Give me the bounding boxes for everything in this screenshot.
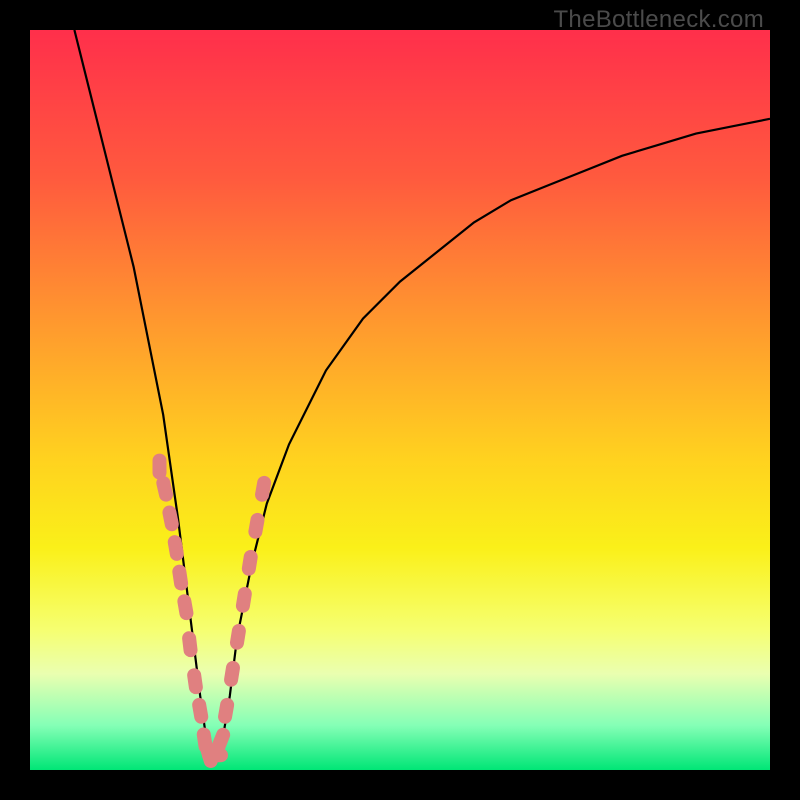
marker-capsule <box>153 454 167 480</box>
sample-markers <box>153 454 273 770</box>
marker-capsule <box>171 564 189 592</box>
curve-layer <box>30 30 770 770</box>
marker-capsule <box>223 660 241 688</box>
marker-capsule <box>191 697 209 725</box>
marker-capsule <box>186 667 203 695</box>
marker-capsule <box>229 623 247 651</box>
marker-capsule <box>181 630 198 657</box>
marker-capsule <box>241 549 259 577</box>
plot-frame <box>30 30 770 770</box>
marker-capsule <box>235 586 253 614</box>
marker-capsule <box>176 593 194 621</box>
marker-capsule <box>167 534 185 562</box>
bottleneck-curve <box>74 30 770 755</box>
marker-capsule <box>217 697 235 725</box>
marker-capsule <box>247 512 265 540</box>
